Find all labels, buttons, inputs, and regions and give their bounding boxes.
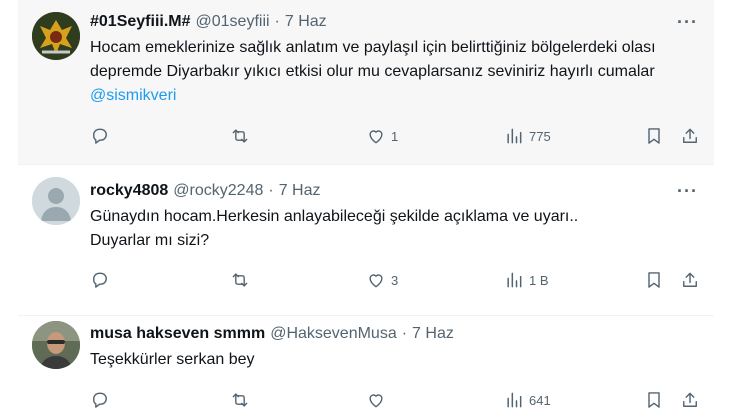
share-icon — [683, 128, 697, 143]
action-bar: 3 1 B — [18, 270, 714, 292]
tweet-3[interactable]: musa hakseven smmm @HaksevenMusa · 7 Haz… — [18, 316, 714, 420]
views-icon — [507, 392, 522, 408]
view-count: 775 — [529, 128, 551, 144]
tweet-text-line: Günaydın hocam.Herkesin anlayabileceği ş… — [90, 208, 579, 225]
reply-button[interactable] — [90, 270, 110, 290]
like-icon — [369, 130, 383, 144]
tweet-text: Hocam emeklerinize sağlık anlatım ve pay… — [90, 36, 698, 108]
like-button[interactable]: 3 — [366, 270, 398, 290]
tweet-header: rocky4808 @rocky2248 · 7 Haz — [90, 181, 698, 201]
share-button[interactable] — [680, 270, 700, 290]
like-count: 1 — [391, 128, 399, 144]
share-button[interactable] — [680, 390, 700, 410]
user-handle[interactable]: @HaksevenMusa — [270, 324, 397, 344]
view-count: 1 B — [529, 272, 549, 288]
avatar-emblem-icon — [32, 12, 80, 60]
default-avatar-icon — [32, 177, 80, 225]
like-icon — [369, 394, 383, 408]
retweet-button[interactable] — [230, 126, 250, 146]
separator-dot: · — [401, 325, 408, 342]
display-name[interactable]: rocky4808 — [90, 181, 168, 201]
action-bar: 641 — [18, 390, 714, 412]
bookmark-icon — [648, 272, 660, 288]
separator-dot: · — [274, 13, 280, 30]
tweet-header: musa hakseven smmm @HaksevenMusa · 7 Haz — [90, 324, 698, 344]
views-button[interactable]: 775 — [504, 126, 551, 146]
avatar-photo-icon — [32, 321, 80, 369]
display-name[interactable]: #01Seyfiii.M# — [90, 12, 191, 32]
bookmark-button[interactable] — [644, 390, 664, 410]
tweet-text: Teşekkürler serkan bey — [90, 348, 698, 372]
avatar[interactable] — [32, 321, 80, 369]
share-icon — [683, 272, 697, 287]
like-button[interactable]: 1 — [366, 126, 398, 146]
retweet-button[interactable] — [230, 270, 250, 290]
more-options-icon[interactable]: ··· — [677, 12, 698, 33]
share-button[interactable] — [680, 126, 700, 146]
user-handle[interactable]: @rocky2248 — [173, 181, 263, 201]
action-bar: 1 775 — [18, 126, 714, 148]
bookmark-button[interactable] — [644, 126, 664, 146]
avatar[interactable] — [32, 12, 80, 60]
more-options-icon[interactable]: ··· — [677, 181, 698, 202]
reply-icon — [93, 128, 107, 144]
tweet-2[interactable]: rocky4808 @rocky2248 · 7 Haz ··· Günaydı… — [18, 165, 714, 315]
tweet-text-line: Duyarlar mı sizi? — [90, 232, 210, 249]
retweet-button[interactable] — [230, 390, 250, 410]
views-icon — [507, 272, 522, 288]
like-icon — [369, 274, 383, 288]
tweet-1[interactable]: #01Seyfiii.M# @01seyfiii · 7 Haz ··· Hoc… — [18, 0, 714, 164]
retweet-icon — [232, 393, 248, 407]
separator-dot: · — [268, 182, 274, 199]
views-icon — [507, 128, 522, 144]
views-button[interactable]: 1 B — [504, 270, 549, 290]
bookmark-button[interactable] — [644, 270, 664, 290]
bookmark-icon — [648, 128, 660, 144]
retweet-icon — [232, 129, 248, 143]
tweet-date[interactable]: 7 Haz — [412, 324, 454, 344]
views-button[interactable]: 641 — [504, 390, 551, 410]
share-icon — [683, 392, 697, 407]
retweet-icon — [232, 273, 248, 287]
like-button[interactable] — [366, 390, 386, 410]
view-count: 641 — [529, 392, 551, 408]
tweet-date[interactable]: 7 Haz — [285, 12, 327, 32]
mention-link[interactable]: @sismikveri — [90, 87, 176, 104]
avatar[interactable] — [32, 177, 80, 225]
reply-icon — [93, 392, 107, 408]
tweet-date[interactable]: 7 Haz — [279, 181, 321, 201]
bookmark-icon — [648, 392, 660, 408]
reply-button[interactable] — [90, 126, 110, 146]
like-count: 3 — [391, 272, 399, 288]
tweet-text-content: Teşekkürler serkan bey — [90, 351, 255, 368]
tweet-text-content: Hocam emeklerinize sağlık anlatım ve pay… — [90, 39, 656, 80]
reply-button[interactable] — [90, 390, 110, 410]
display-name[interactable]: musa hakseven smmm — [90, 324, 265, 344]
tweet-header: #01Seyfiii.M# @01seyfiii · 7 Haz — [90, 12, 698, 32]
user-handle[interactable]: @01seyfiii — [196, 12, 270, 32]
tweet-text: Günaydın hocam.Herkesin anlayabileceği ş… — [90, 205, 698, 253]
reply-icon — [93, 272, 107, 288]
